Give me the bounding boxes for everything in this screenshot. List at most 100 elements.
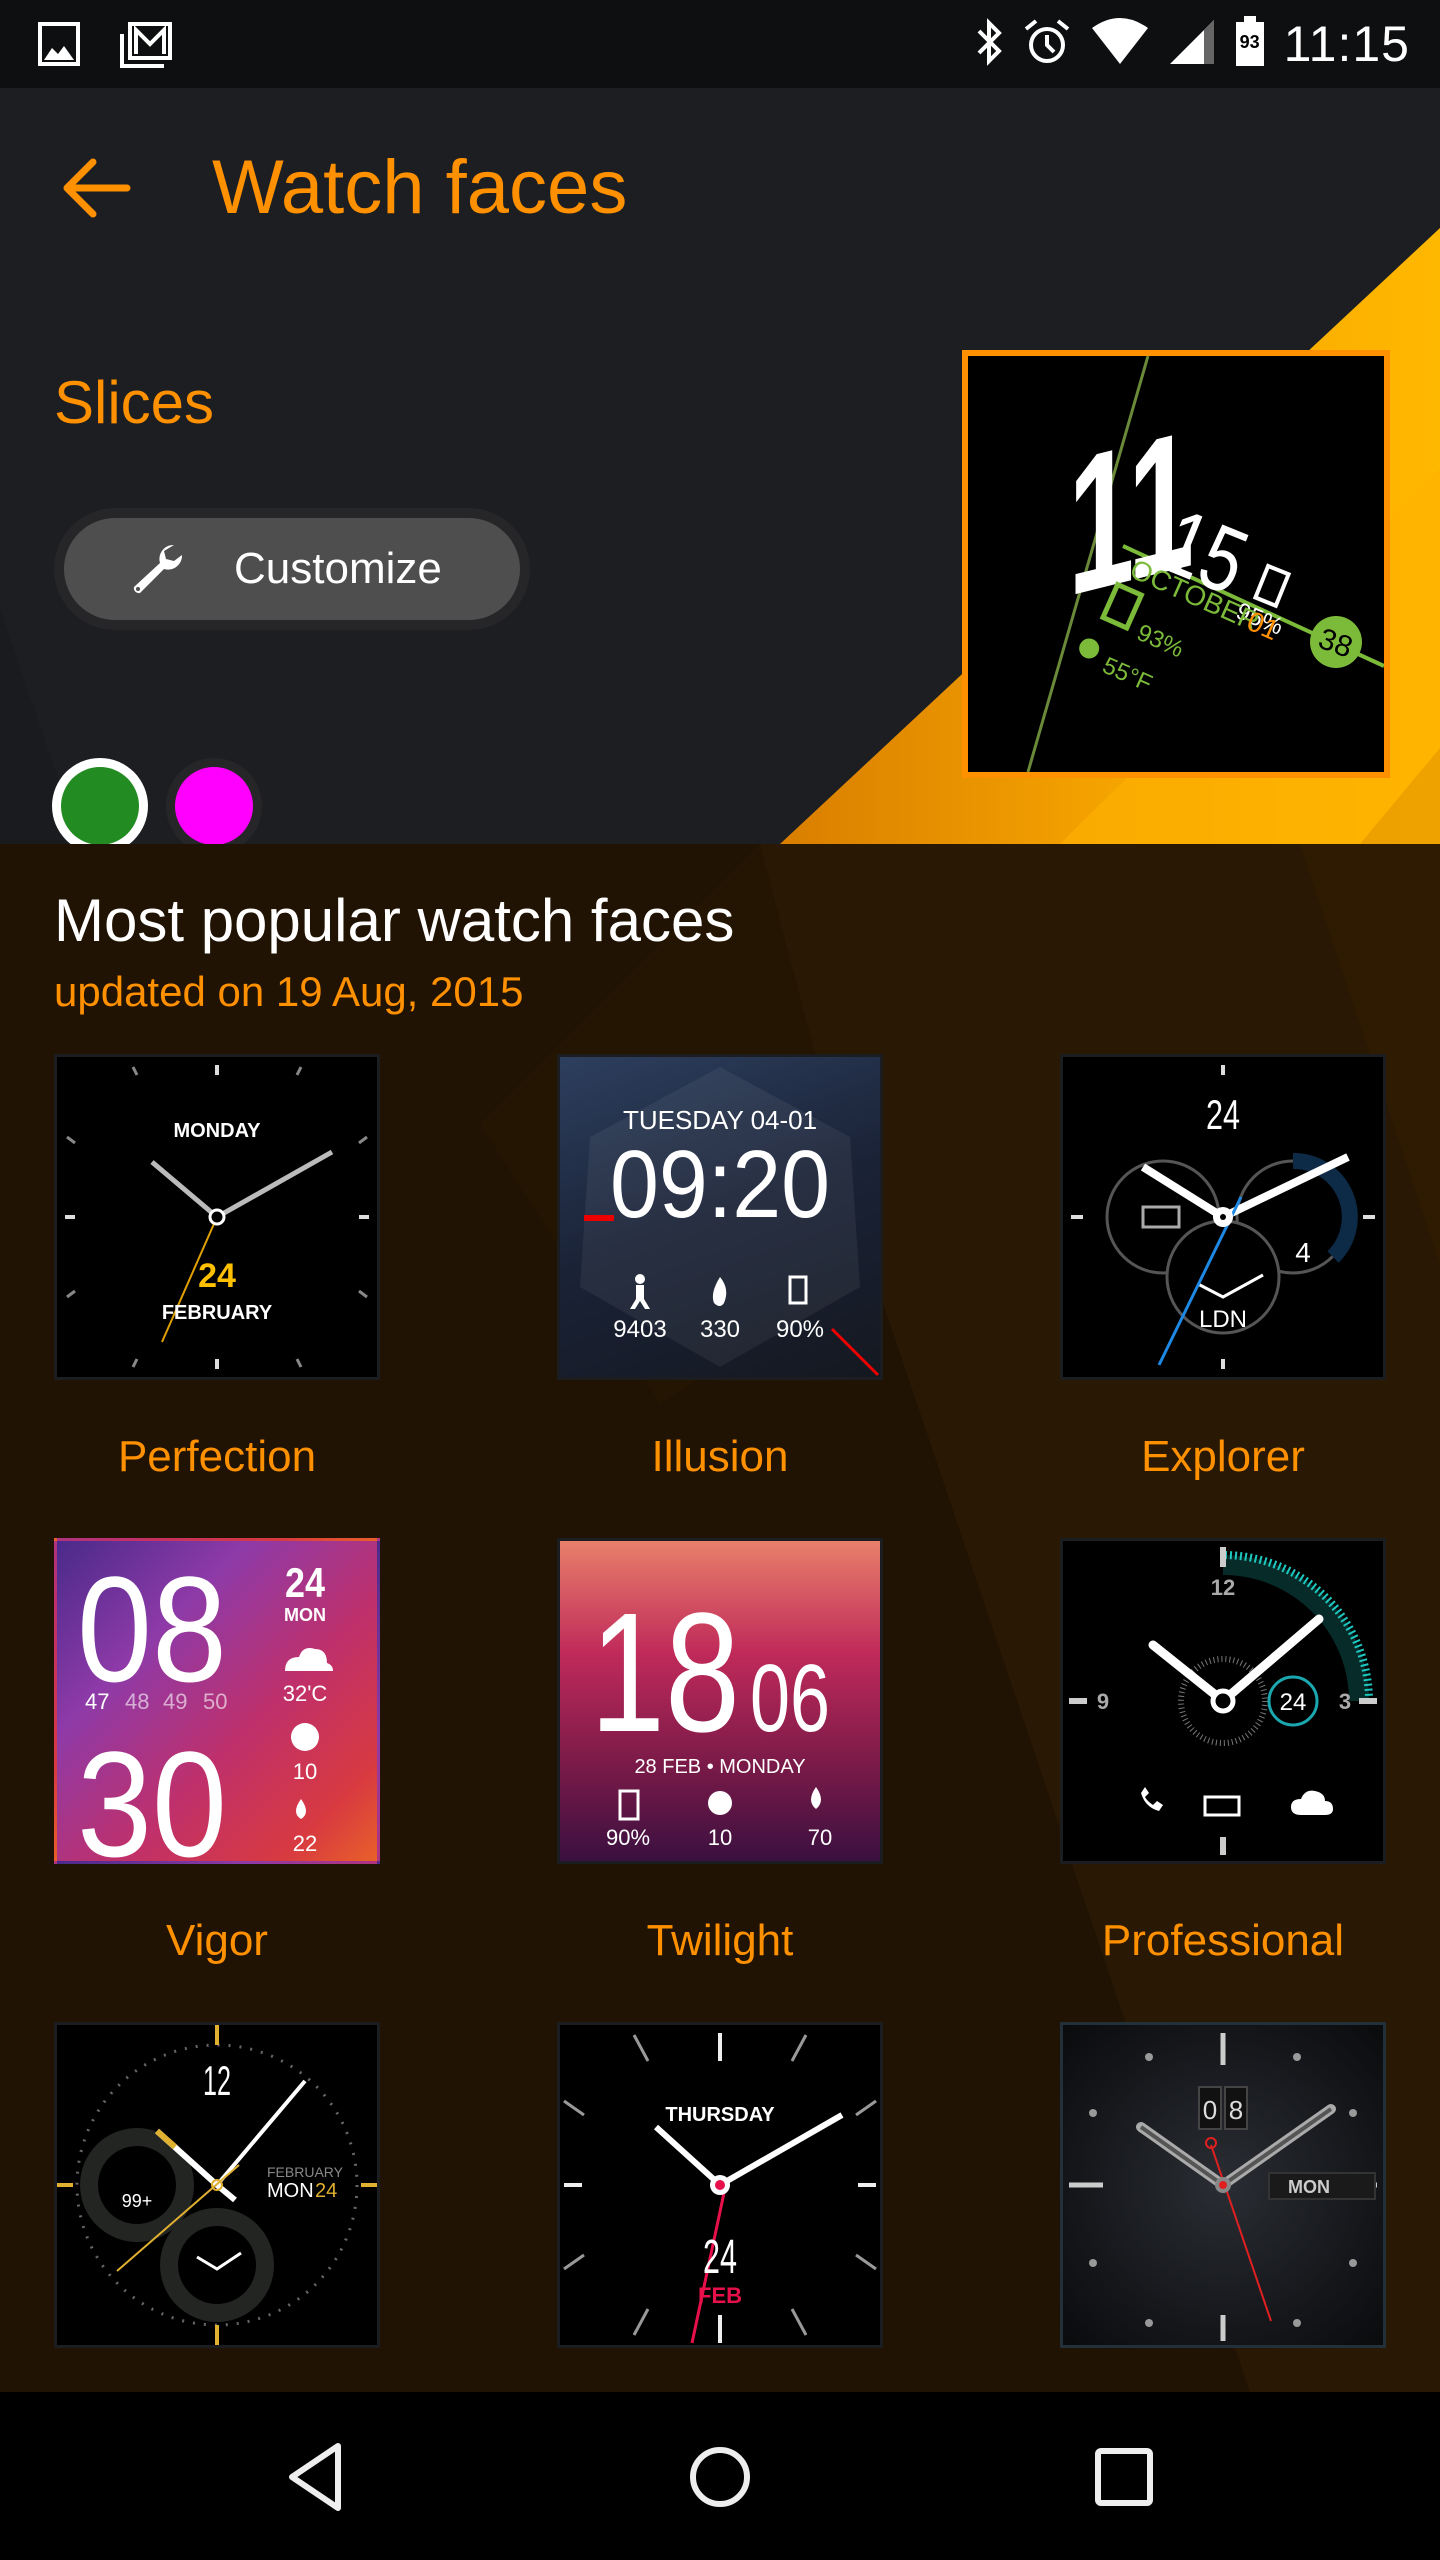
face-day: MON bbox=[1288, 2177, 1330, 2197]
face-city: LDN bbox=[1199, 1306, 1247, 1333]
customize-button[interactable]: Customize bbox=[54, 508, 530, 630]
wifi-icon bbox=[1090, 17, 1150, 71]
face-minute: 06 bbox=[750, 1645, 830, 1752]
nav-recents-icon bbox=[1095, 2448, 1153, 2506]
current-face-preview[interactable]: 11 15 95% OCTOBER 01 93% 55°F 38 bbox=[962, 350, 1390, 778]
back-button[interactable] bbox=[56, 148, 136, 228]
section-subtitle: updated on 19 Aug, 2015 bbox=[54, 968, 524, 1015]
watch-face-explorer[interactable]: 24 4 LDN Explorer bbox=[1060, 1054, 1390, 1482]
swatch-color bbox=[175, 767, 253, 844]
face-date: 28 FEB • MONDAY bbox=[634, 1756, 805, 1778]
face-date: 24 bbox=[198, 1257, 236, 1295]
watch-face-twilight[interactable]: 18 06 28 FEB • MONDAY 90% 10 70 Twilight bbox=[557, 1538, 887, 1966]
face-mood: 10 bbox=[293, 1759, 317, 1784]
customize-label: Customize bbox=[234, 544, 442, 593]
nav-back-button[interactable] bbox=[256, 2432, 376, 2522]
face-temp: 32'C bbox=[283, 1681, 328, 1706]
face-thumbnail: 18 06 28 FEB • MONDAY 90% 10 70 bbox=[557, 1538, 883, 1864]
watch-face-illusion[interactable]: TUESDAY 04-01 09:20 9403 330 90% Illusio… bbox=[557, 1054, 887, 1482]
face-date: 24 bbox=[315, 2180, 337, 2202]
face-date-digit-0: 0 bbox=[1203, 2095, 1217, 2125]
face-day: THURSDAY bbox=[665, 2104, 775, 2126]
page-title: Watch faces bbox=[212, 145, 628, 230]
battery-level: 93 bbox=[1239, 31, 1260, 52]
image-notification-icon bbox=[38, 22, 80, 73]
face-thumbnail: MONDAY 24 FEBRUARY bbox=[54, 1054, 380, 1380]
preview-temperature: 55°F bbox=[1098, 652, 1156, 697]
color-swatch-green[interactable] bbox=[52, 758, 148, 844]
face-second-0: 47 bbox=[85, 1689, 109, 1714]
face-minute: 30 bbox=[77, 1720, 227, 1861]
watch-face-professional[interactable]: 12 9 3 24 Professional bbox=[1060, 1538, 1390, 1966]
face-second-2: 49 bbox=[163, 1689, 187, 1714]
watch-face-perfection[interactable]: MONDAY 24 FEBRUARY Perfection bbox=[54, 1054, 384, 1482]
nav-home-button[interactable] bbox=[660, 2432, 780, 2522]
cell-signal-icon bbox=[1168, 18, 1216, 71]
face-thumbnail: TUESDAY 04-01 09:20 9403 330 90% bbox=[557, 1054, 883, 1380]
face-mood: 10 bbox=[708, 1825, 732, 1850]
watch-face-vigor[interactable]: 08 30 47 48 49 50 24 MON 32'C 10 22 Vigo… bbox=[54, 1538, 384, 1966]
current-face-name: Slices bbox=[54, 369, 215, 436]
nav-home-icon bbox=[690, 2447, 750, 2507]
face-numeral-12: 12 bbox=[1211, 1575, 1235, 1600]
swatch-color bbox=[61, 767, 139, 844]
face-thumbnail: 24 4 LDN bbox=[1060, 1054, 1386, 1380]
status-bar: 93 11:15 bbox=[0, 0, 1440, 88]
face-label: Twilight bbox=[646, 1916, 794, 1965]
face-second-3: 50 bbox=[203, 1689, 227, 1714]
watch-face-classic[interactable]: THURSDAY 24 FEB bbox=[557, 2022, 887, 2392]
face-calories: 330 bbox=[700, 1316, 740, 1343]
section-title: Most popular watch faces bbox=[54, 887, 735, 954]
face-month: FEB bbox=[698, 2283, 742, 2308]
watch-face-paul-j-pereira[interactable]: 12 99+ FEBRUARY MON 24 Paul J. Pereira bbox=[54, 2022, 384, 2392]
face-notifications: 4 bbox=[1295, 1237, 1311, 1268]
current-face-panel: Watch faces Slices Customize 11 15 95% O… bbox=[0, 88, 1440, 844]
nav-back-icon bbox=[289, 2443, 341, 2511]
face-label: Perfection bbox=[117, 1432, 317, 1481]
battery-icon: 93 bbox=[1234, 15, 1266, 73]
toolbar: Watch faces bbox=[0, 88, 1440, 288]
face-steps: 9403 bbox=[613, 1316, 666, 1343]
nav-recents-button[interactable] bbox=[1064, 2432, 1184, 2522]
face-thumbnail: 12 9 3 24 bbox=[1060, 1538, 1386, 1864]
face-calls: 99+ bbox=[122, 2191, 153, 2211]
face-month: FEBRUARY bbox=[267, 2164, 344, 2180]
face-numeral-12: 12 bbox=[203, 2057, 231, 2104]
face-label: Vigor bbox=[166, 1916, 268, 1965]
face-humidity: 22 bbox=[293, 1831, 317, 1856]
face-second-1: 48 bbox=[125, 1689, 149, 1714]
face-thumbnail: 0 8 MON bbox=[1060, 2022, 1386, 2348]
face-humidity: 70 bbox=[808, 1825, 832, 1850]
face-date: 24 bbox=[703, 2231, 737, 2284]
face-thumbnail: 08 30 47 48 49 50 24 MON 32'C 10 22 bbox=[54, 1538, 380, 1864]
face-time: 09:20 bbox=[610, 1131, 830, 1238]
arrow-back-icon bbox=[63, 158, 131, 218]
navigation-bar bbox=[0, 2392, 1440, 2560]
face-date-digit-1: 8 bbox=[1229, 2095, 1243, 2125]
wrench-icon bbox=[133, 544, 183, 594]
alarm-icon bbox=[1022, 17, 1072, 72]
status-time: 11:15 bbox=[1283, 16, 1410, 72]
preview-phone-battery: 93% bbox=[1133, 619, 1188, 663]
face-battery: 90% bbox=[776, 1316, 824, 1343]
face-date: 24 bbox=[1280, 1689, 1307, 1716]
face-month: FEBRUARY bbox=[162, 1302, 273, 1324]
face-day: MONDAY bbox=[173, 1120, 261, 1142]
color-swatch-magenta[interactable] bbox=[166, 758, 262, 844]
face-hour: 08 bbox=[77, 1545, 227, 1713]
face-date: 24 bbox=[1206, 1091, 1240, 1138]
face-thumbnail: 12 99+ FEBRUARY MON 24 bbox=[54, 2022, 380, 2348]
face-label: Professional bbox=[1101, 1916, 1345, 1965]
face-numeral-9: 9 bbox=[1097, 1689, 1109, 1714]
face-numeral-3: 3 bbox=[1339, 1689, 1351, 1714]
face-label: Illusion bbox=[651, 1432, 789, 1481]
popular-faces-section: Most popular watch faces updated on 19 A… bbox=[0, 844, 1440, 2392]
face-day: MON bbox=[284, 1605, 326, 1625]
face-label: Explorer bbox=[1141, 1432, 1305, 1481]
watch-face-chrono[interactable]: 0 8 MON bbox=[1060, 2022, 1390, 2392]
face-battery: 90% bbox=[606, 1825, 650, 1850]
bluetooth-icon bbox=[974, 17, 1004, 72]
face-day: MON bbox=[267, 2180, 314, 2202]
face-hour: 18 bbox=[590, 1578, 740, 1768]
gmail-notification-icon bbox=[120, 22, 174, 73]
